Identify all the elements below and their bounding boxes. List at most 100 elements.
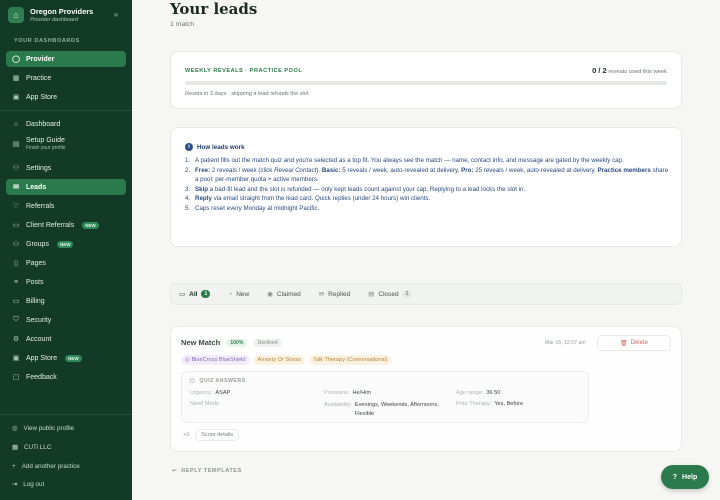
reply-label: Reply — [195, 195, 212, 203]
item-text: Caps reset every Monday at midnight Paci… — [195, 204, 320, 212]
score-details-button[interactable]: Score details — [195, 429, 240, 441]
globe-icon: ◎ — [12, 425, 18, 432]
nav-feedback[interactable]: ▢ Feedback — [6, 369, 126, 385]
pro-label: Pro: — [461, 166, 474, 174]
dashboard-provider[interactable]: ◯ Provider — [6, 51, 126, 67]
store-icon: ▣ — [12, 94, 20, 101]
practice-members-label: Practice members — [597, 166, 651, 174]
add-practice-link[interactable]: + Add another practice — [12, 463, 80, 470]
new-badge: NEW — [65, 354, 82, 362]
nav-label: Billing — [26, 297, 45, 305]
nav-billing[interactable]: ▭ Billing — [6, 293, 126, 309]
answer-value: Yes, Before — [494, 401, 524, 407]
tab-label: Claimed — [276, 290, 301, 298]
nav-leads[interactable]: ✉ Leads — [6, 179, 126, 195]
collapse-sidebar-icon[interactable]: « — [114, 10, 118, 19]
nav-sublabel: Finish your profile — [26, 145, 66, 151]
nav-account[interactable]: ⚙ Account — [6, 331, 126, 347]
building-icon: ▦ — [12, 75, 20, 82]
quiz-need-meds: Need Meds: — [190, 401, 220, 407]
answer-key: Urgency: — [190, 390, 213, 396]
info-icon: i — [185, 143, 193, 151]
nav-referrals[interactable]: ♡ Referrals — [6, 198, 126, 214]
how-leads-work-card: i How leads work 1. A patient fills out t… — [170, 127, 682, 247]
file-icon: ▯ — [14, 260, 18, 267]
weekly-reveals-label: WEEKLY REVEALS · PRACTICE POOL — [185, 68, 303, 74]
card-icon: ▭ — [12, 298, 20, 305]
tab-label: Replied — [328, 290, 351, 298]
therapy-type-tag: Talk Therapy (Conversational) — [309, 355, 392, 365]
skip-label: Skip — [195, 185, 209, 193]
nav-client-referrals[interactable]: ▭ Client Referrals NEW — [6, 217, 126, 233]
how-item: 5. Caps reset every Monday at midnight Pa… — [185, 204, 669, 214]
reveals-used-value: 0 / 2 — [592, 66, 607, 75]
text-part: 2 reveals / week (click — [210, 166, 275, 174]
tab-replied[interactable]: ✉ Replied — [318, 290, 351, 299]
how-item: 1. A patient fills out the match quiz and… — [185, 156, 669, 166]
nav-label: Pages — [26, 259, 46, 267]
brand[interactable]: ⌂ Oregon Providers Provider dashboard — [8, 7, 93, 23]
nav-label: Provider — [26, 55, 55, 63]
score-row: +0 Score details — [183, 429, 240, 441]
archive-icon: ▤ — [368, 291, 375, 298]
gear-icon: ⚙ — [12, 336, 20, 343]
tab-closed[interactable]: ▤ Closed 1 — [368, 290, 412, 298]
item-number: 1. — [185, 157, 191, 164]
nav-app-store[interactable]: ▣ App Store NEW — [6, 350, 126, 366]
question-icon: ? — [672, 473, 678, 481]
footer-label: View public profile — [23, 425, 75, 432]
quiz-answers-box: ▢ QUIZ ANSWERS Urgency: ASAP Pronouns: He/… — [181, 371, 589, 423]
help-button[interactable]: ? Help — [661, 465, 709, 489]
lead-date: Mar 16, 12:07 am — [545, 340, 586, 346]
lead-card[interactable]: New Match 100% Declined Mar 16, 12:07 am… — [170, 326, 682, 452]
log-out-link[interactable]: ⇥ Log out — [12, 481, 44, 488]
how-item: 4. Reply via email straight from the lead… — [185, 194, 669, 204]
quiz-urgency: Urgency: ASAP — [190, 390, 230, 396]
footer-label: Log out — [23, 481, 45, 488]
footer-label: Add another practice — [21, 463, 80, 470]
group-icon: ⚇ — [12, 241, 20, 248]
footer-label: CUTi LLC — [23, 444, 52, 451]
nav-groups[interactable]: ⚇ Groups NEW — [6, 236, 126, 252]
nav-dashboard[interactable]: ⌂ Dashboard — [6, 116, 126, 132]
tab-claimed[interactable]: ◉ Claimed — [267, 290, 301, 299]
answer-value: 36 50 — [486, 390, 501, 396]
practice-switcher[interactable]: ▦ CUTi LLC — [12, 444, 51, 451]
reply-templates-toggle[interactable]: ↩ REPLY TEMPLATES — [172, 468, 242, 474]
answer-value: Evenings, Weekends, Afternoons, Flexible — [354, 402, 439, 417]
how-title-text: How leads work — [197, 143, 245, 151]
tab-count: 1 — [402, 290, 412, 298]
item-text: Skip a bad-fit lead and the slot is refu… — [195, 185, 525, 195]
tab-all[interactable]: ▭ All 1 — [179, 290, 211, 298]
nav-pages[interactable]: ▯ Pages — [6, 255, 126, 271]
lead-tags: ◎ BlueCross BlueShield Anxiety Or Stress… — [181, 355, 392, 365]
folder-icon: ▭ — [179, 291, 186, 298]
lead-filter-tabs: ▭ All 1 ◔ New ◉ Claimed ✉ Replied ▤ Clos… — [170, 283, 682, 305]
reveals-progress-bar — [185, 81, 667, 85]
view-public-profile-link[interactable]: ◎ View public profile — [12, 425, 74, 432]
dashboard-practice[interactable]: ▦ Practice — [6, 70, 126, 86]
how-item: 3. Skip a bad-fit lead and the slot is re… — [185, 185, 669, 195]
nav-label: Referrals — [26, 202, 55, 210]
item-number: 3. — [185, 185, 191, 193]
quiz-age-range: Age range: 36 50 — [456, 390, 500, 396]
text-part: 25 reveals / week, auto-revealed at deli… — [473, 166, 598, 174]
reply-icon: ↩ — [172, 468, 178, 474]
answer-key: Need Meds: — [190, 401, 221, 407]
item-text: A patient fills out the match quiz and y… — [195, 157, 624, 164]
answer-key: Pronouns: — [324, 390, 350, 396]
nav-setup-guide[interactable]: ▤ Setup Guide Finish your profile — [6, 134, 126, 154]
users-icon: ⚇ — [12, 165, 20, 172]
delete-button[interactable]: 🗑 Delete — [597, 335, 671, 351]
nav-posts[interactable]: ≡ Posts — [6, 274, 126, 290]
tab-new[interactable]: ◔ New — [228, 291, 249, 298]
mail-icon: ✉ — [318, 291, 325, 298]
nav-label: Feedback — [26, 373, 57, 381]
how-list: 1. A patient fills out the match quiz and… — [185, 156, 669, 214]
nav-security[interactable]: ⛉ Security — [6, 312, 126, 328]
dashboard-app-store[interactable]: ▣ App Store — [6, 89, 126, 105]
building-icon: ▦ — [12, 444, 18, 451]
score-delta: +0 — [183, 432, 190, 438]
nav-settings[interactable]: ⚇ Settings — [6, 160, 126, 176]
nav-label: Settings — [26, 164, 52, 172]
